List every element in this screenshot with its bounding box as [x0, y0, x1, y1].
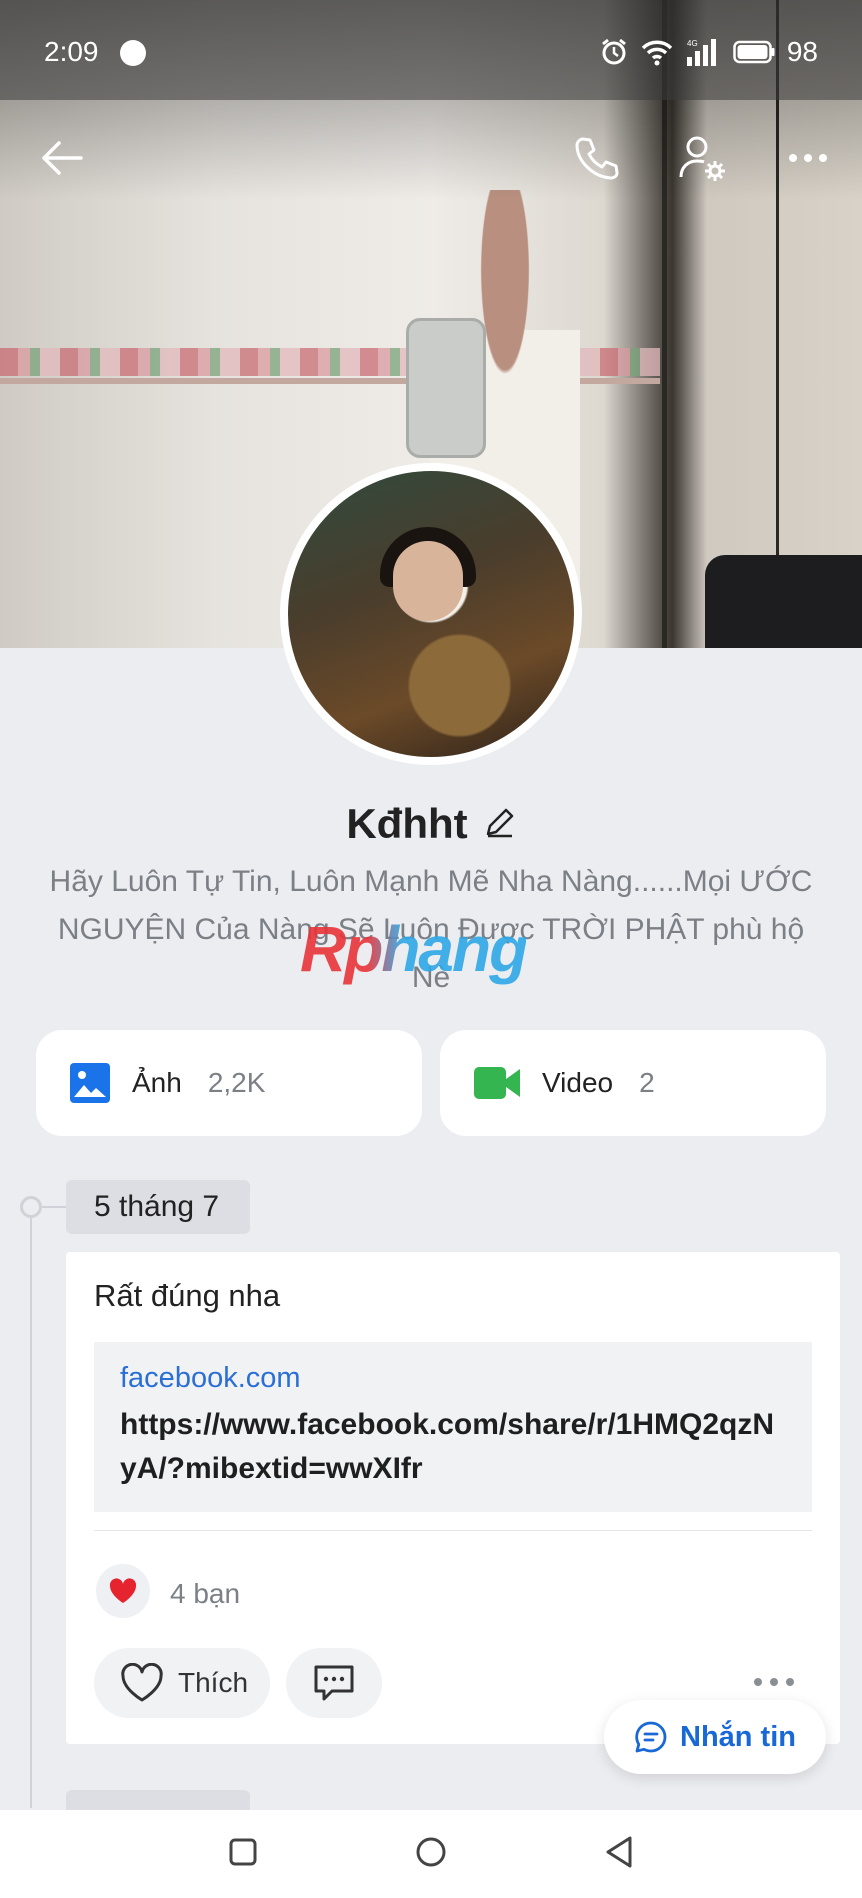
like-label: Thích: [178, 1667, 249, 1698]
send-message-label: Nhắn tin: [680, 1720, 796, 1753]
next-timeline-date: [66, 1790, 250, 1810]
profile-name-row: Kđhht: [0, 800, 862, 848]
watermark-logo: Rphang: [300, 913, 528, 985]
square-icon: [229, 1838, 257, 1865]
video-camera-icon: [474, 1067, 520, 1099]
post-divider: [94, 1530, 812, 1531]
link-domain: facebook.com: [120, 1362, 301, 1394]
phone-icon: [575, 137, 619, 180]
timeline-date: 5 tháng 7: [66, 1180, 250, 1234]
more-options-button[interactable]: [778, 128, 838, 188]
circle-icon: [416, 1837, 446, 1866]
link-url: https://www.facebook.com/share/r/1HMQ2qz…: [120, 1408, 775, 1485]
recent-apps-button[interactable]: [228, 1837, 258, 1872]
photos-card[interactable]: Ảnh 2,2K: [36, 1030, 422, 1136]
triangle-back-icon: [606, 1836, 632, 1867]
edit-name-button[interactable]: [484, 806, 516, 843]
cover-bag: [705, 555, 862, 648]
image-icon: [70, 1063, 110, 1103]
post-text: Rất đúng nha: [94, 1278, 281, 1313]
timeline-connector: [42, 1206, 66, 1208]
system-back-button[interactable]: [604, 1835, 634, 1874]
call-button[interactable]: [566, 128, 626, 188]
avatar-face: [393, 541, 463, 621]
arrow-left-icon: [42, 141, 83, 175]
chat-bubble-icon: [635, 1721, 667, 1753]
back-button[interactable]: [32, 128, 92, 188]
videos-count: 2: [639, 1067, 655, 1098]
status-icons: 4G 98: [599, 36, 818, 68]
videos-label: Video: [542, 1067, 614, 1098]
comment-button[interactable]: [286, 1648, 382, 1718]
system-nav-bar: [0, 1810, 862, 1898]
alarm-icon: [599, 37, 629, 67]
battery-percent: 98: [786, 36, 818, 67]
cellular-signal-icon: 4G: [685, 37, 721, 67]
timeline-dot: [20, 1196, 42, 1218]
reaction-count[interactable]: 4 bạn: [170, 1578, 240, 1610]
timeline-line: [30, 1208, 32, 1808]
like-button[interactable]: Thích: [94, 1648, 270, 1718]
more-horizontal-icon: [789, 154, 827, 162]
link-preview[interactable]: facebook.com https://www.facebook.com/sh…: [94, 1342, 812, 1512]
heart-filled-icon: [109, 1578, 137, 1603]
profile-settings-button[interactable]: [672, 128, 732, 188]
home-button[interactable]: [414, 1835, 448, 1874]
photos-label: Ảnh: [132, 1067, 182, 1098]
status-time: 2:09: [44, 36, 99, 67]
heart-outline-icon: [121, 1663, 163, 1702]
videos-card[interactable]: Video 2: [440, 1030, 826, 1136]
status-bar: 2:09 4G 98: [0, 0, 862, 100]
battery-icon: [733, 40, 775, 64]
photos-count: 2,2K: [207, 1067, 266, 1098]
cover-phone: [406, 318, 486, 458]
user-settings-icon: [679, 136, 725, 181]
reaction-summary[interactable]: [96, 1564, 150, 1618]
notification-bubble-icon: [120, 40, 146, 66]
timeline-post[interactable]: Rất đúng nha facebook.com https://www.fa…: [66, 1252, 840, 1744]
comment-icon: [314, 1665, 354, 1701]
network-type-label: 4G: [687, 39, 698, 48]
post-more-button[interactable]: [754, 1672, 804, 1692]
pencil-icon: [486, 808, 513, 837]
profile-name: Kđhht: [346, 800, 468, 847]
send-message-button[interactable]: Nhắn tin: [604, 1700, 826, 1774]
wifi-icon: [641, 38, 673, 66]
avatar[interactable]: [280, 463, 582, 765]
